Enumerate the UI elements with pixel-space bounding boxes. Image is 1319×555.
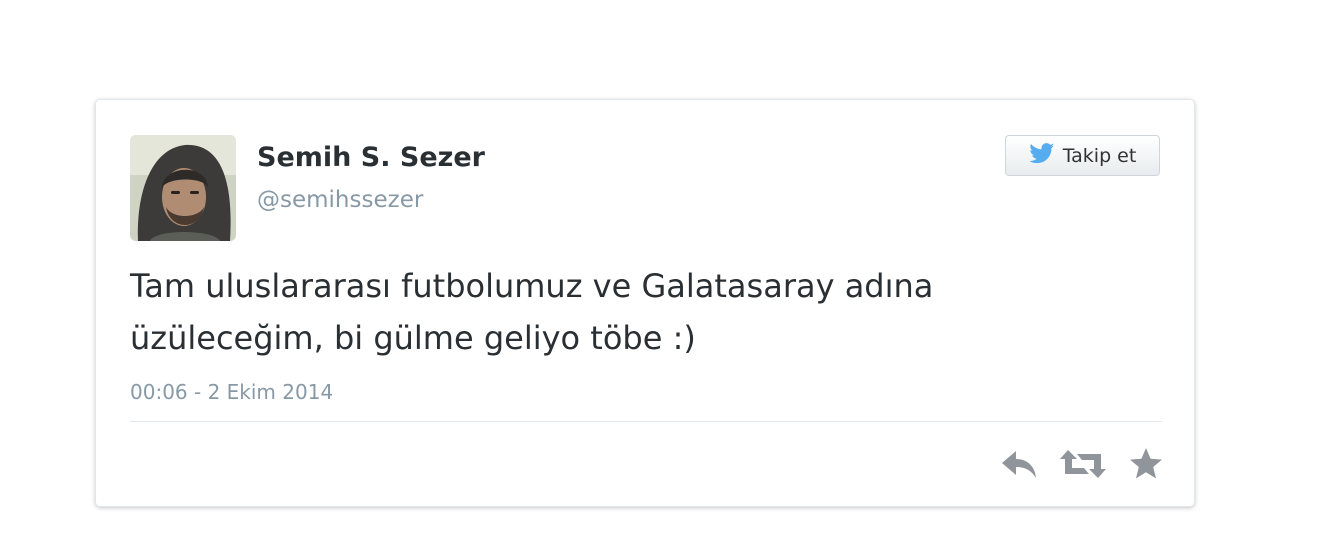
follow-button-label: Takip et xyxy=(1062,144,1137,167)
avatar[interactable] xyxy=(130,135,236,241)
divider xyxy=(130,421,1162,422)
tweet-text: Tam uluslararası futbolumuz ve Galatasar… xyxy=(130,260,1140,364)
tweet-card: Semih S. Sezer @semihssezer Takip et Tam… xyxy=(95,99,1195,507)
retweet-icon[interactable] xyxy=(1059,446,1107,482)
tweet-text-line-2: üzüleceğim, bi gülme geliyo töbe :) xyxy=(130,319,696,357)
tweet-actions xyxy=(1000,446,1164,486)
tweet-text-line-1: Tam uluslararası futbolumuz ve Galatasar… xyxy=(130,267,934,305)
reply-icon[interactable] xyxy=(1000,446,1040,482)
tweet-timestamp[interactable]: 00:06 - 2 Ekim 2014 xyxy=(130,380,333,404)
screen-name[interactable]: @semihssezer xyxy=(257,187,423,213)
favorite-star-icon[interactable] xyxy=(1128,446,1164,482)
twitter-bird-icon xyxy=(1028,143,1055,168)
avatar-image xyxy=(130,135,236,241)
display-name[interactable]: Semih S. Sezer xyxy=(257,142,485,173)
follow-button[interactable]: Takip et xyxy=(1005,135,1160,176)
